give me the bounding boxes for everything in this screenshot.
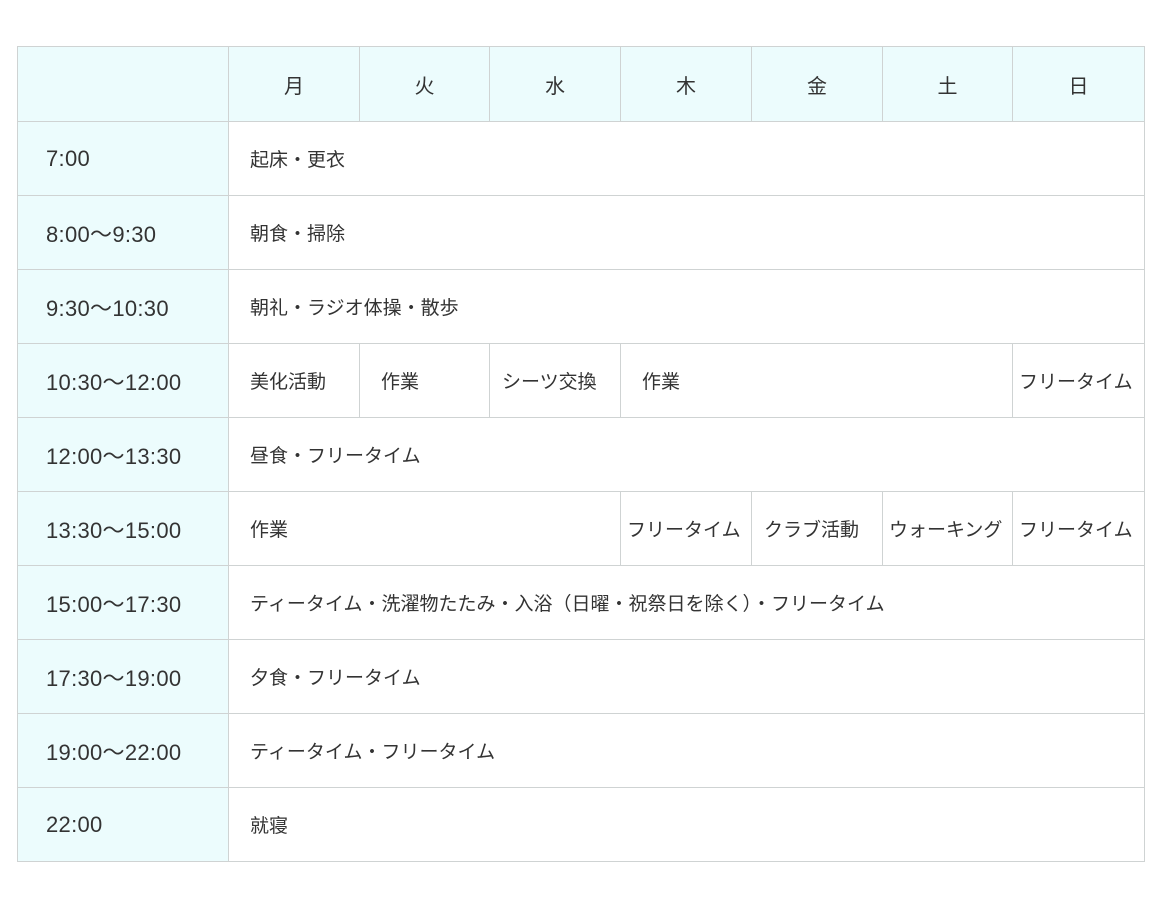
activity-cell: 起床・更衣 (228, 121, 1145, 196)
time-cell: 19:00～22:00 (17, 713, 229, 788)
day-header-fri: 金 (751, 46, 883, 122)
time-cell: 10:30～12:00 (17, 343, 229, 418)
time-cell: 17:30～19:00 (17, 639, 229, 714)
time-cell: 22:00 (17, 787, 229, 862)
time-cell: 9:30～10:30 (17, 269, 229, 344)
header-corner-cell (17, 46, 229, 122)
time-cell: 7:00 (17, 121, 229, 196)
table-row: 12:00～13:30 昼食・フリータイム (17, 417, 1145, 492)
day-header-sun: 日 (1012, 46, 1145, 122)
activity-cell-thu-sat: 作業 (620, 343, 1013, 418)
table-row: 8:00～9:30 朝食・掃除 (17, 195, 1145, 270)
table-row: 9:30～10:30 朝礼・ラジオ体操・散歩 (17, 269, 1145, 344)
activity-cell: 朝礼・ラジオ体操・散歩 (228, 269, 1145, 344)
activity-cell-sat: ウォーキング (882, 491, 1013, 566)
activity-cell-wed: シーツ交換 (489, 343, 621, 418)
time-cell: 15:00～17:30 (17, 565, 229, 640)
time-cell: 12:00～13:30 (17, 417, 229, 492)
table-row: 17:30～19:00 夕食・フリータイム (17, 639, 1145, 714)
table-row: 7:00 起床・更衣 (17, 121, 1145, 196)
activity-cell-thu: フリータイム (620, 491, 752, 566)
activity-cell-mon-wed: 作業 (228, 491, 621, 566)
activity-cell: 昼食・フリータイム (228, 417, 1145, 492)
activity-cell-fri: クラブ活動 (751, 491, 883, 566)
activity-cell: ティータイム・洗濯物たたみ・入浴（日曜・祝祭日を除く）・フリータイム (228, 565, 1145, 640)
activity-cell: 就寝 (228, 787, 1145, 862)
table-row: 19:00～22:00 ティータイム・フリータイム (17, 713, 1145, 788)
day-header-wed: 水 (489, 46, 621, 122)
day-header-sat: 土 (882, 46, 1013, 122)
header-row: 月 火 水 木 金 土 日 (17, 46, 1145, 122)
activity-cell-mon: 美化活動 (228, 343, 360, 418)
activity-cell: 夕食・フリータイム (228, 639, 1145, 714)
activity-cell: ティータイム・フリータイム (228, 713, 1145, 788)
activity-cell-tue: 作業 (359, 343, 490, 418)
time-cell: 13:30～15:00 (17, 491, 229, 566)
table-row: 15:00～17:30 ティータイム・洗濯物たたみ・入浴（日曜・祝祭日を除く）・… (17, 565, 1145, 640)
activity-cell: 朝食・掃除 (228, 195, 1145, 270)
day-header-thu: 木 (620, 46, 752, 122)
daily-schedule-table: 月 火 水 木 金 土 日 7:00 起床・更衣 8:00～9:30 朝食・掃除… (17, 46, 1145, 862)
table-row: 22:00 就寝 (17, 787, 1145, 862)
time-cell: 8:00～9:30 (17, 195, 229, 270)
table-row: 13:30～15:00 作業 フリータイム クラブ活動 ウォーキング フリータイ… (17, 491, 1145, 566)
day-header-mon: 月 (228, 46, 360, 122)
table-row: 10:30～12:00 美化活動 作業 シーツ交換 作業 フリータイム (17, 343, 1145, 418)
day-header-tue: 火 (359, 46, 490, 122)
schedule-container: 月 火 水 木 金 土 日 7:00 起床・更衣 8:00～9:30 朝食・掃除… (17, 46, 1145, 862)
activity-cell-sun: フリータイム (1012, 343, 1145, 418)
activity-cell-sun: フリータイム (1012, 491, 1145, 566)
